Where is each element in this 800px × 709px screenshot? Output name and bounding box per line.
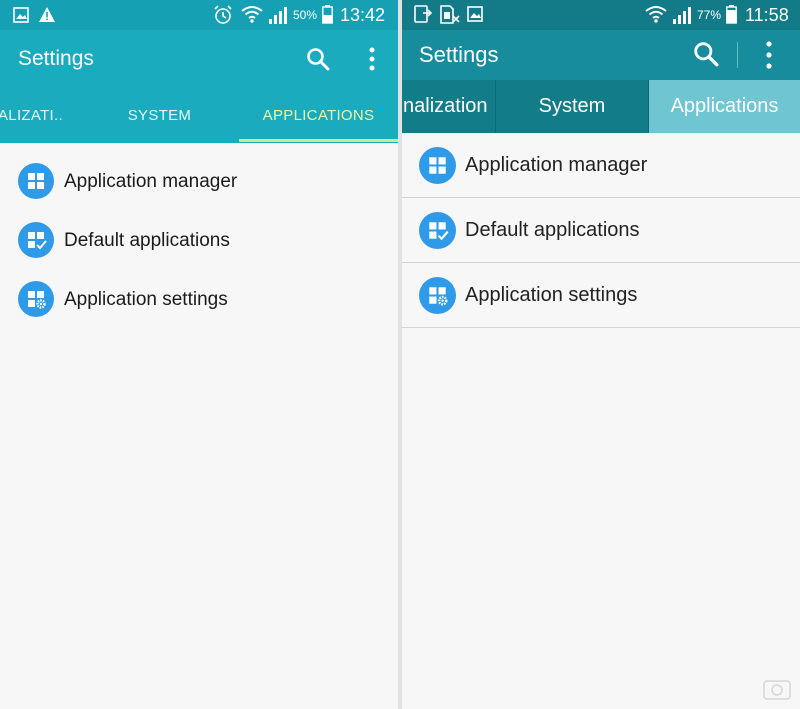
tab-label: ALIZATI.. bbox=[0, 107, 63, 124]
grid-check-icon bbox=[419, 212, 456, 249]
gallery-icon bbox=[13, 7, 29, 23]
settings-list: Application manager Default applications… bbox=[0, 152, 398, 329]
tab-personalization[interactable]: ALIZATI.. bbox=[0, 90, 64, 143]
tab-applications[interactable]: APPLICATIONS bbox=[239, 90, 398, 143]
battery-percent: 50% bbox=[293, 8, 318, 22]
sim-off-icon bbox=[440, 5, 460, 24]
signal-icon bbox=[269, 7, 287, 24]
download-icon bbox=[414, 5, 432, 23]
list-item-application-manager[interactable]: Application manager bbox=[402, 133, 800, 198]
list-item-label: Default applications bbox=[465, 219, 640, 241]
grid-check-icon bbox=[18, 222, 54, 258]
grid-icon bbox=[18, 163, 54, 199]
list-item-label: Application manager bbox=[64, 171, 238, 192]
warning-icon bbox=[39, 7, 55, 22]
watermark-logo bbox=[763, 680, 791, 700]
search-icon[interactable] bbox=[306, 47, 330, 71]
grid-icon bbox=[419, 147, 456, 184]
battery-percent: 77% bbox=[697, 8, 722, 22]
tab-system[interactable]: SYSTEM bbox=[80, 90, 239, 143]
tab-label: SYSTEM bbox=[127, 107, 192, 124]
status-bar: 77% 11:58 bbox=[402, 0, 800, 30]
wifi-icon bbox=[645, 6, 667, 23]
list-item-label: Application settings bbox=[64, 289, 228, 310]
grid-gear-icon bbox=[419, 277, 456, 314]
tab-label: nalization bbox=[403, 95, 488, 117]
left-screenshot: 50% 13:42 Settings ALIZATI.. SYSTEM APPL… bbox=[0, 0, 398, 709]
signal-icon bbox=[673, 7, 691, 24]
list-item-label: Application manager bbox=[465, 154, 648, 176]
clock: 13:42 bbox=[340, 5, 386, 25]
settings-list: Application manager Default applications… bbox=[402, 133, 800, 328]
grid-gear-icon bbox=[18, 281, 54, 317]
tab-label: System bbox=[538, 95, 606, 117]
clock: 11:58 bbox=[745, 5, 789, 25]
tab-bar: nalization System Applications bbox=[402, 80, 800, 133]
page-title: Settings bbox=[18, 47, 94, 70]
status-bar: 50% 13:42 bbox=[0, 0, 398, 30]
list-item-default-applications[interactable]: Default applications bbox=[402, 198, 800, 263]
list-item-application-manager[interactable]: Application manager bbox=[0, 152, 398, 211]
search-icon[interactable] bbox=[693, 41, 719, 67]
gallery-icon bbox=[467, 6, 483, 22]
battery-icon bbox=[726, 5, 737, 24]
list-item-default-applications[interactable]: Default applications bbox=[0, 211, 398, 270]
tab-applications[interactable]: Applications bbox=[649, 80, 800, 133]
list-item-label: Application settings bbox=[465, 284, 638, 306]
app-bar: Settings bbox=[0, 30, 398, 90]
more-options-icon[interactable] bbox=[764, 40, 774, 70]
tab-bar: ALIZATI.. SYSTEM APPLICATIONS bbox=[0, 90, 398, 143]
more-options-icon[interactable] bbox=[360, 46, 384, 72]
active-tab-indicator bbox=[239, 139, 398, 142]
wifi-icon bbox=[241, 6, 263, 23]
tab-label: Applications bbox=[670, 95, 779, 117]
alarm-icon bbox=[214, 5, 232, 24]
app-bar: Settings bbox=[402, 30, 800, 80]
action-divider bbox=[737, 42, 738, 68]
tab-system[interactable]: System bbox=[496, 80, 648, 133]
list-item-label: Default applications bbox=[64, 230, 230, 251]
page-title: Settings bbox=[419, 42, 499, 67]
tab-personalization[interactable]: nalization bbox=[402, 80, 495, 133]
tab-label: APPLICATIONS bbox=[262, 107, 375, 124]
list-item-application-settings[interactable]: Application settings bbox=[402, 263, 800, 328]
battery-icon bbox=[322, 5, 333, 24]
right-screenshot: 77% 11:58 Settings nalization System App… bbox=[402, 0, 800, 709]
list-item-application-settings[interactable]: Application settings bbox=[0, 270, 398, 329]
